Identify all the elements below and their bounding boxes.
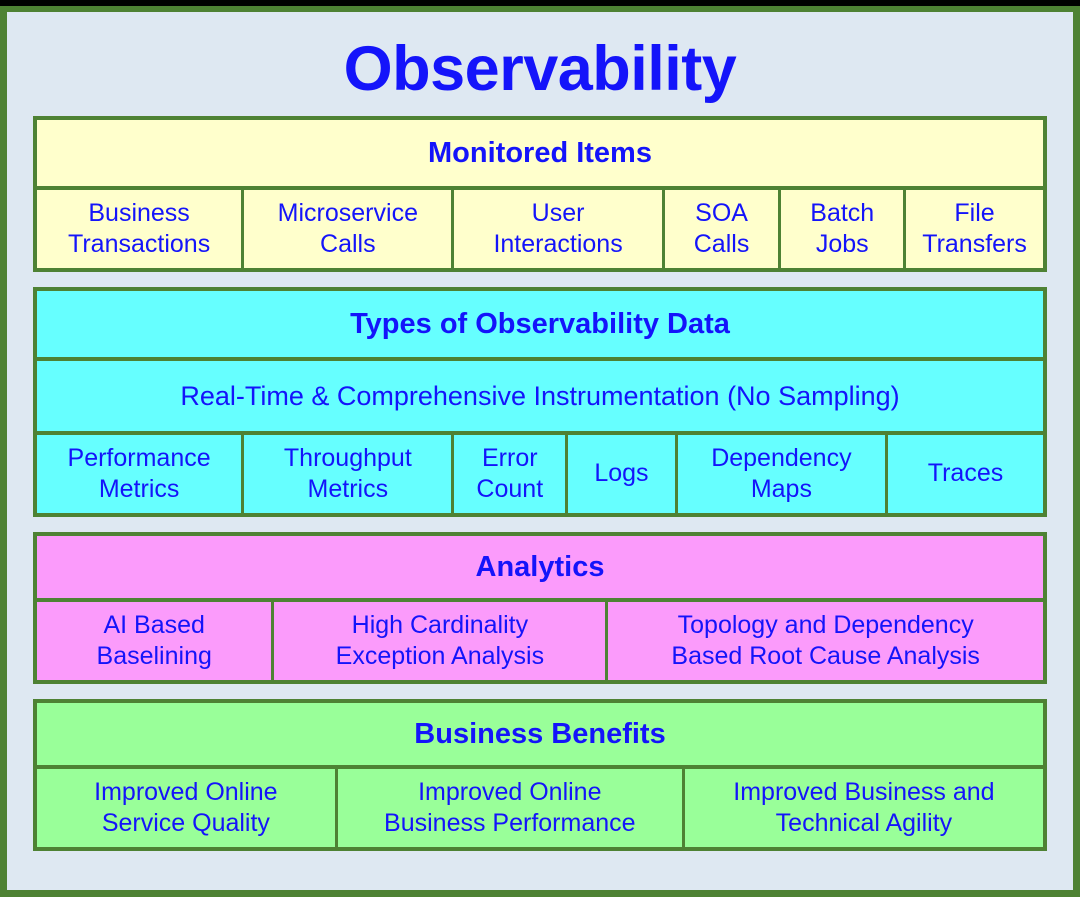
section-monitored-items: Monitored Items Business Transactions Mic… [33,116,1047,272]
monitored-item-soa-calls[interactable]: SOA Calls [661,190,779,268]
business-benefits-row: Improved Online Service Quality Improved … [37,765,1043,847]
section-header-monitored-items: Monitored Items [428,136,652,169]
monitored-item-user-interactions[interactable]: User Interactions [451,190,661,268]
section-header-analytics: Analytics [475,550,605,583]
benefit-improved-online-business-performance[interactable]: Improved Online Business Performance [334,769,682,847]
page-title: Observability [343,34,737,104]
monitored-item-batch-jobs[interactable]: Batch Jobs [778,190,903,268]
monitored-item-microservice-calls[interactable]: Microservice Calls [241,190,451,268]
monitored-item-file-transfers[interactable]: File Transfers [903,190,1043,268]
monitored-item-business-transactions[interactable]: Business Transactions [37,190,241,268]
instrumentation-band: Real-Time & Comprehensive Instrumentatio… [37,357,1043,431]
data-type-performance-metrics[interactable]: Performance Metrics [37,435,241,513]
data-type-dependency-maps[interactable]: Dependency Maps [674,435,885,513]
section-header-types-of-observability-data: Types of Observability Data [350,307,730,340]
data-type-logs[interactable]: Logs [565,435,675,513]
slide-frame: Observability Monitored Items Business Tr… [0,6,1080,897]
section-header-business-benefits: Business Benefits [414,717,666,750]
monitored-items-row: Business Transactions Microservice Calls U… [37,186,1043,268]
section-types-of-observability-data: Types of Observability Data Real-Time & … [33,287,1047,517]
data-type-throughput-metrics[interactable]: Throughput Metrics [241,435,451,513]
analytics-item-high-cardinality-exception-analysis[interactable]: High Cardinality Exception Analysis [271,602,605,680]
benefit-improved-business-and-technical-agility[interactable]: Improved Business and Technical Agility [681,769,1043,847]
analytics-item-ai-based-baselining[interactable]: AI Based Baselining [37,602,271,680]
slide-content: Observability Monitored Items Business Tr… [7,12,1073,890]
analytics-item-topology-root-cause-analysis[interactable]: Topology and Dependency Based Root Cause … [605,602,1043,680]
observability-data-row: Performance Metrics Throughput Metrics Err… [37,431,1043,513]
data-type-error-count[interactable]: Error Count [451,435,565,513]
benefit-improved-online-service-quality[interactable]: Improved Online Service Quality [37,769,335,847]
section-business-benefits: Business Benefits Improved Online Service… [33,699,1047,851]
data-type-traces[interactable]: Traces [885,435,1043,513]
section-analytics: Analytics AI Based Baselining High Cardin… [33,532,1047,684]
analytics-row: AI Based Baselining High Cardinality Excep… [37,598,1043,680]
